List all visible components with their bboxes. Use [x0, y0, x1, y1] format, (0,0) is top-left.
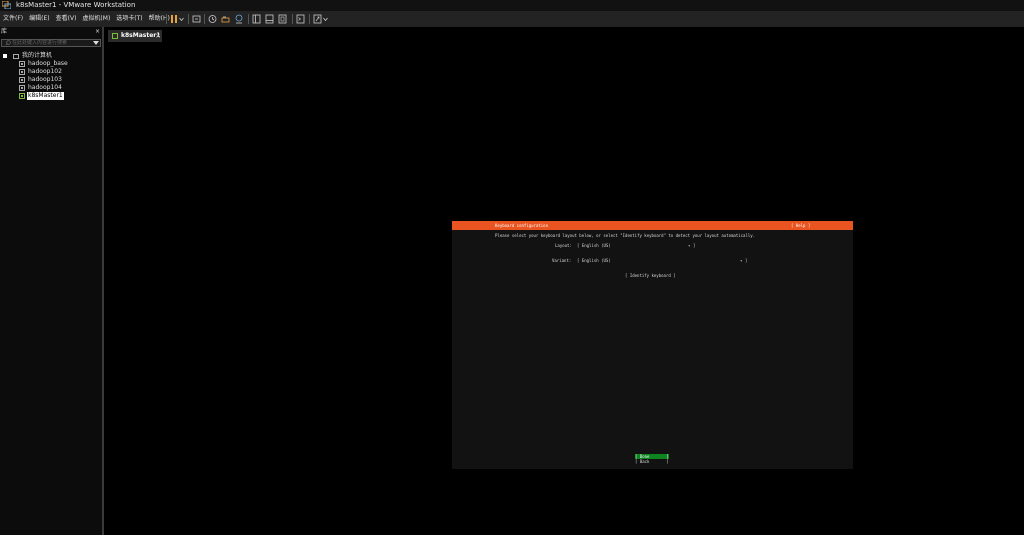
tab-close-button[interactable]: × [155, 30, 161, 42]
toolbar-separator [166, 14, 167, 24]
library-panel: 库 × 在此处键入内容进行搜索 我的计算机 hadoop_base hadoop… [0, 27, 104, 535]
library-close-button[interactable]: × [95, 28, 100, 36]
vm-item-hadoop103[interactable]: hadoop103 [19, 76, 63, 84]
tab-k8smaster1[interactable]: k8sMaster1 × [108, 30, 162, 42]
vm-console-screen[interactable]: Keyboard configuration [ Help ] Please s… [452, 221, 853, 469]
computer-icon [13, 53, 19, 59]
snapshot-manager-icon [235, 14, 243, 24]
thumbnail-bar-button[interactable] [265, 13, 274, 25]
tree-root-my-computer[interactable]: 我的计算机 [3, 52, 52, 60]
console-view-button[interactable] [296, 13, 305, 25]
menu-vm[interactable]: 虚拟机(M) [79, 11, 113, 27]
running-vm-icon [112, 33, 118, 39]
snapshot-icon [208, 15, 217, 23]
menu-help[interactable]: 帮助(H) [146, 11, 173, 27]
search-icon [5, 40, 11, 46]
variant-dropdown-icon[interactable]: ▾ ] [740, 258, 747, 264]
toolbar-separator [188, 14, 189, 24]
library-view-icon [252, 14, 261, 24]
revert-snapshot-button[interactable] [221, 13, 230, 25]
search-dropdown-icon[interactable] [93, 41, 99, 45]
stretch-guest-button[interactable] [313, 13, 322, 25]
vm-item-hadoop102[interactable]: hadoop102 [19, 68, 63, 76]
vm-icon [19, 77, 25, 83]
stretch-dropdown-button[interactable] [323, 13, 328, 25]
vm-icon [19, 61, 25, 67]
vm-label: hadoop102 [28, 68, 62, 75]
installer-title: Keyboard configuration [495, 223, 548, 228]
toolbar-separator [309, 14, 310, 24]
chevron-down-icon [323, 17, 328, 22]
vm-icon [19, 85, 25, 91]
thumbnail-view-icon [265, 14, 274, 24]
revert-snapshot-icon [221, 16, 230, 23]
chevron-down-icon [179, 17, 184, 22]
show-library-button[interactable] [252, 13, 261, 25]
vm-label: hadoop_base [28, 60, 68, 67]
send-keys-icon [192, 15, 201, 23]
vm-label: k8sMaster1 [27, 92, 64, 100]
take-snapshot-button[interactable] [208, 13, 217, 25]
stretch-icon [313, 14, 322, 24]
tab-strip: k8sMaster1 × [104, 27, 1024, 43]
variant-label: Variant: [552, 258, 572, 263]
snapshot-manager-button[interactable] [234, 13, 244, 25]
layout-dropdown-icon[interactable]: ▾ ] [688, 243, 695, 249]
vm-item-hadoop-base[interactable]: hadoop_base [19, 60, 69, 68]
toolbar-separator [292, 14, 293, 24]
library-title: 库 [1, 28, 8, 35]
layout-label: Layout: [555, 243, 572, 248]
back-button[interactable]: [ Back ] [635, 459, 669, 464]
vm-icon [19, 69, 25, 75]
identify-keyboard-button[interactable]: [ Identify keyboard ] [625, 273, 676, 279]
toolbar-separator [248, 14, 249, 24]
variant-select[interactable]: [ English (US) [577, 258, 611, 264]
instruction-text: Please select your keyboard layout below… [495, 233, 756, 238]
search-placeholder: 在此处键入内容进行搜索 [12, 40, 68, 46]
menu-file[interactable]: 文件(F) [0, 11, 26, 27]
menu-edit[interactable]: 编辑(E) [26, 11, 52, 27]
toolbar-separator [204, 14, 205, 24]
menu-view[interactable]: 查看(V) [53, 11, 80, 27]
installer-header: Keyboard configuration [ Help ] [452, 221, 853, 230]
menu-bar: 文件(F) 编辑(E) 查看(V) 虚拟机(M) 选项卡(T) 帮助(H) [0, 11, 1024, 27]
library-search-input[interactable]: 在此处键入内容进行搜索 [1, 39, 101, 47]
vm-item-hadoop104[interactable]: hadoop104 [19, 84, 63, 92]
title-bar: k8sMaster1 - VMware Workstation [0, 0, 1024, 11]
vm-item-k8smaster1[interactable]: k8sMaster1 [19, 92, 64, 100]
pause-icon [171, 15, 177, 23]
tree-root-label: 我的计算机 [22, 52, 53, 59]
console-view-icon [296, 14, 305, 24]
send-ctrl-alt-del-button[interactable] [192, 13, 201, 25]
window-title: k8sMaster1 - VMware Workstation [16, 1, 136, 9]
collapse-icon[interactable] [3, 54, 7, 58]
vm-label: hadoop103 [28, 76, 62, 83]
help-button[interactable]: [ Help ] [791, 221, 810, 230]
vm-label: hadoop104 [28, 84, 62, 91]
power-dropdown-button[interactable] [179, 13, 184, 25]
vmware-logo-icon [2, 1, 11, 9]
running-vm-icon [19, 93, 25, 99]
full-screen-icon [278, 14, 287, 24]
menu-tabs[interactable]: 选项卡(T) [113, 11, 145, 27]
layout-select[interactable]: [ English (US) [577, 243, 611, 249]
pause-button[interactable] [170, 13, 178, 25]
full-screen-button[interactable] [278, 13, 287, 25]
